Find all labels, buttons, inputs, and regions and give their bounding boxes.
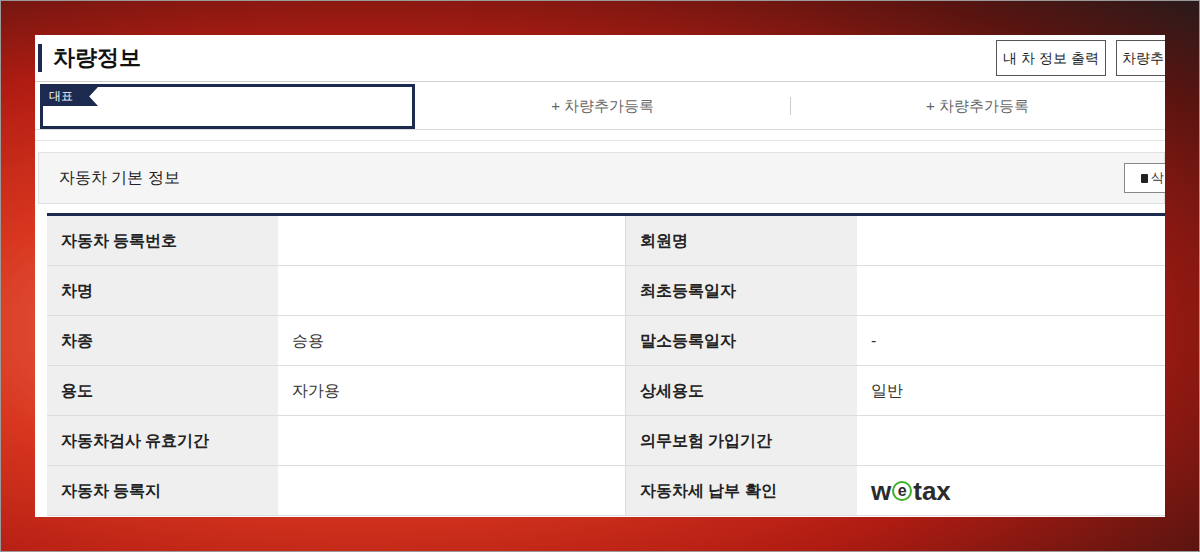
vehicle-table: 자동차 등록번호회원명차명최초등록일자차종승용말소등록일자-용도자가용상세용도일…: [47, 213, 1165, 516]
page-header: 차량정보 내 차 정보 출력 차량추: [35, 35, 1165, 82]
background-photo: 차량정보 내 차 정보 출력 차량추대표 + 차량추가등록 + 차량추가등록자동차 기본…: [0, 0, 1200, 552]
trash-icon: [1141, 174, 1148, 183]
logo-part: e: [892, 481, 912, 501]
field-label: 최초등록일자: [625, 266, 857, 315]
vehicle-tab[interactable]: + 차량추가등록: [790, 84, 1165, 129]
field-value: 승용: [278, 316, 625, 365]
vehicle-tab[interactable]: 대표: [40, 84, 415, 129]
title-bar: [38, 44, 42, 72]
divider: [35, 140, 1165, 141]
wetax-logo: wetax: [871, 478, 951, 504]
field-label: 차종: [47, 316, 278, 365]
table-row: 자동차검사 유효기간 의무보험 가입기간: [47, 416, 1165, 466]
delete-button[interactable]: 삭: [1124, 163, 1165, 193]
field-value: [278, 216, 625, 265]
field-label: 자동차 등록지: [47, 466, 278, 515]
vehicle-tabs: 대표 + 차량추가등록 + 차량추가등록: [35, 84, 1165, 130]
field-label: 자동차 등록번호: [47, 216, 278, 265]
vehicle-tab[interactable]: + 차량추가등록: [415, 84, 790, 129]
field-value: [857, 416, 1165, 465]
field-label: 말소등록일자: [625, 316, 857, 365]
vehicle-info-panel: 차량정보 내 차 정보 출력 차량추대표 + 차량추가등록 + 차량추가등록자동차 기본…: [35, 35, 1165, 517]
field-label: 차명: [47, 266, 278, 315]
field-label: 의무보험 가입기간: [625, 416, 857, 465]
tab-label: + 차량추가등록: [926, 95, 1029, 118]
section-title: 자동차 기본 정보: [39, 166, 180, 190]
field-value: [857, 266, 1165, 315]
field-label: 회원명: [625, 216, 857, 265]
field-label: 자동차검사 유효기간: [47, 416, 278, 465]
field-value: -: [857, 316, 1165, 365]
field-label: 상세용도: [625, 366, 857, 415]
table-row: 용도자가용상세용도일반: [47, 366, 1165, 416]
table-row: 차명 최초등록일자: [47, 266, 1165, 316]
field-value: [857, 216, 1165, 265]
field-value: 일반: [857, 366, 1165, 415]
table-row: 자동차 등록번호 회원명: [47, 216, 1165, 266]
logo-part: tax: [913, 478, 951, 504]
add-vehicle-button[interactable]: 차량추: [1116, 40, 1165, 76]
field-value: wetax: [857, 466, 1165, 515]
section-header: 자동차 기본 정보 삭: [38, 152, 1165, 204]
field-value: 자가용: [278, 366, 625, 415]
page-title: 차량정보: [53, 47, 141, 69]
field-label: 용도: [47, 366, 278, 415]
tab-separator: [790, 97, 791, 115]
field-value: [278, 416, 625, 465]
tab-label: + 차량추가등록: [551, 95, 654, 118]
delete-label: 삭: [1151, 168, 1164, 188]
field-value: [278, 266, 625, 315]
field-label: 자동차세 납부 확인: [625, 466, 857, 515]
print-button[interactable]: 내 차 정보 출력: [996, 40, 1106, 76]
table-row: 차종승용말소등록일자-: [47, 316, 1165, 366]
field-value: [278, 466, 625, 515]
logo-part: w: [871, 478, 891, 504]
header-buttons: 내 차 정보 출력 차량추: [996, 35, 1165, 81]
table-row: 자동차 등록지 자동차세 납부 확인 wetax: [47, 466, 1165, 516]
main-badge: 대표: [43, 87, 98, 106]
title-group: 차량정보: [35, 35, 141, 81]
